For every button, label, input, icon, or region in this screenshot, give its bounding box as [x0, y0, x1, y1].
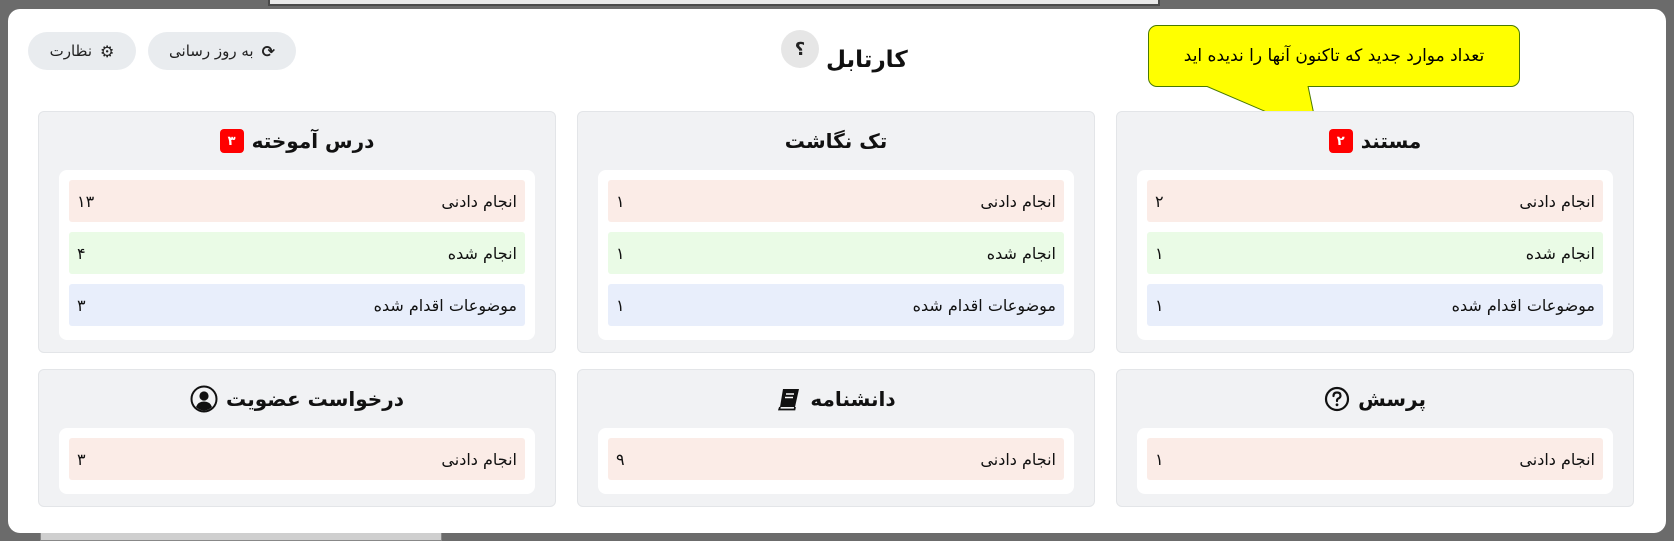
- background-panel-top: [268, 0, 1160, 6]
- row-done[interactable]: انجام شده ۱: [608, 232, 1064, 274]
- new-count-badge: ۲: [1328, 129, 1353, 153]
- row-label: انجام دادنی: [441, 449, 517, 469]
- row-to-do[interactable]: انجام دادنی ۱۳: [69, 180, 525, 222]
- card-title: تک نگاشت: [784, 129, 888, 153]
- card-title: مستند: [1360, 129, 1422, 153]
- row-label: انجام دادنی: [441, 191, 517, 211]
- refresh-icon: ⟳: [261, 41, 275, 61]
- card-header: پرسش: [1137, 382, 1613, 416]
- card-body: انجام دادنی ۲ انجام شده ۱ موضوعات اقدام …: [1137, 170, 1613, 340]
- gear-icon: ⚙: [100, 41, 115, 61]
- refresh-button[interactable]: ⟳ به روز رسانی: [148, 32, 296, 70]
- user-circle-icon: [190, 385, 218, 413]
- row-to-do[interactable]: انجام دادنی ۳: [69, 438, 525, 480]
- card-lesson-learned: درس آموخته ۳ انجام دادنی ۱۳ انجام شده ۴ …: [38, 111, 556, 353]
- card-body: انجام دادنی ۱۳ انجام شده ۴ موضوعات اقدام…: [59, 170, 535, 340]
- card-header: تک نگاشت: [598, 124, 1074, 158]
- row-count: ۱: [616, 295, 625, 315]
- row-to-do[interactable]: انجام دادنی ۱: [1147, 438, 1603, 480]
- card-header: درس آموخته ۳: [59, 124, 535, 158]
- row-actioned[interactable]: موضوعات اقدام شده ۱: [608, 284, 1064, 326]
- row-count: ۳: [77, 295, 86, 315]
- row-count: ۱: [616, 243, 625, 263]
- card-encyclopedia: دانشنامه انجام دادنی ۹: [577, 369, 1095, 507]
- card-header: دانشنامه: [598, 382, 1074, 416]
- row-count: ۱: [1155, 449, 1164, 469]
- card-body: انجام دادنی ۳: [59, 428, 535, 494]
- page-title: کارتابل: [826, 47, 908, 73]
- row-count: ۳: [77, 449, 86, 469]
- card-title: درخواست عضویت: [226, 387, 404, 411]
- row-label: موضوعات اقدام شده: [912, 295, 1056, 315]
- row-count: ۹: [616, 449, 625, 469]
- card-title: درس آموخته: [251, 129, 375, 153]
- card-membership-request: درخواست عضویت انجام دادنی ۳: [38, 369, 556, 507]
- row-count: ۴: [77, 243, 86, 263]
- row-label: انجام شده: [1525, 243, 1595, 263]
- new-count-badge: ۳: [219, 129, 244, 153]
- row-count: ۱۳: [77, 191, 95, 211]
- card-header: مستند ۲: [1137, 124, 1613, 158]
- row-done[interactable]: انجام شده ۴: [69, 232, 525, 274]
- row-label: موضوعات اقدام شده: [373, 295, 517, 315]
- row-to-do[interactable]: انجام دادنی ۱: [608, 180, 1064, 222]
- card-header: درخواست عضویت: [59, 382, 535, 416]
- card-document: مستند ۲ انجام دادنی ۲ انجام شده ۱ موضوعا…: [1116, 111, 1634, 353]
- row-label: انجام دادنی: [980, 191, 1056, 211]
- card-question: پرسش انجام دادنی ۱: [1116, 369, 1634, 507]
- card-title: دانشنامه: [810, 387, 896, 411]
- card-body: انجام دادنی ۹: [598, 428, 1074, 494]
- card-body: انجام دادنی ۱: [1137, 428, 1613, 494]
- row-to-do[interactable]: انجام دادنی ۲: [1147, 180, 1603, 222]
- card-body: انجام دادنی ۱ انجام شده ۱ موضوعات اقدام …: [598, 170, 1074, 340]
- row-done[interactable]: انجام شده ۱: [1147, 232, 1603, 274]
- new-items-tooltip: تعداد موارد جدید که تاکنون آنها را ندیده…: [1148, 25, 1520, 87]
- help-button[interactable]: ؟: [781, 30, 819, 68]
- card-title: پرسش: [1358, 387, 1426, 411]
- monitor-label: نظارت: [49, 42, 93, 60]
- row-label: انجام شده: [447, 243, 517, 263]
- row-actioned[interactable]: موضوعات اقدام شده ۱: [1147, 284, 1603, 326]
- row-count: ۱: [1155, 295, 1164, 315]
- refresh-label: به روز رسانی: [169, 42, 254, 60]
- row-label: انجام دادنی: [1519, 191, 1595, 211]
- monitor-button[interactable]: ⚙ نظارت: [28, 32, 136, 70]
- book-icon: [776, 386, 802, 412]
- row-label: انجام دادنی: [980, 449, 1056, 469]
- row-to-do[interactable]: انجام دادنی ۹: [608, 438, 1064, 480]
- row-actioned[interactable]: موضوعات اقدام شده ۳: [69, 284, 525, 326]
- row-count: ۱: [1155, 243, 1164, 263]
- cartable-modal: ⟳ به روز رسانی ⚙ نظارت کارتابل ؟ تعداد م…: [8, 9, 1666, 533]
- row-label: انجام دادنی: [1519, 449, 1595, 469]
- row-label: موضوعات اقدام شده: [1451, 295, 1595, 315]
- row-label: انجام شده: [986, 243, 1056, 263]
- row-count: ۱: [616, 191, 625, 211]
- row-count: ۲: [1155, 191, 1164, 211]
- card-monograph: تک نگاشت انجام دادنی ۱ انجام شده ۱ موضوع…: [577, 111, 1095, 353]
- question-circle-icon: [1324, 386, 1350, 412]
